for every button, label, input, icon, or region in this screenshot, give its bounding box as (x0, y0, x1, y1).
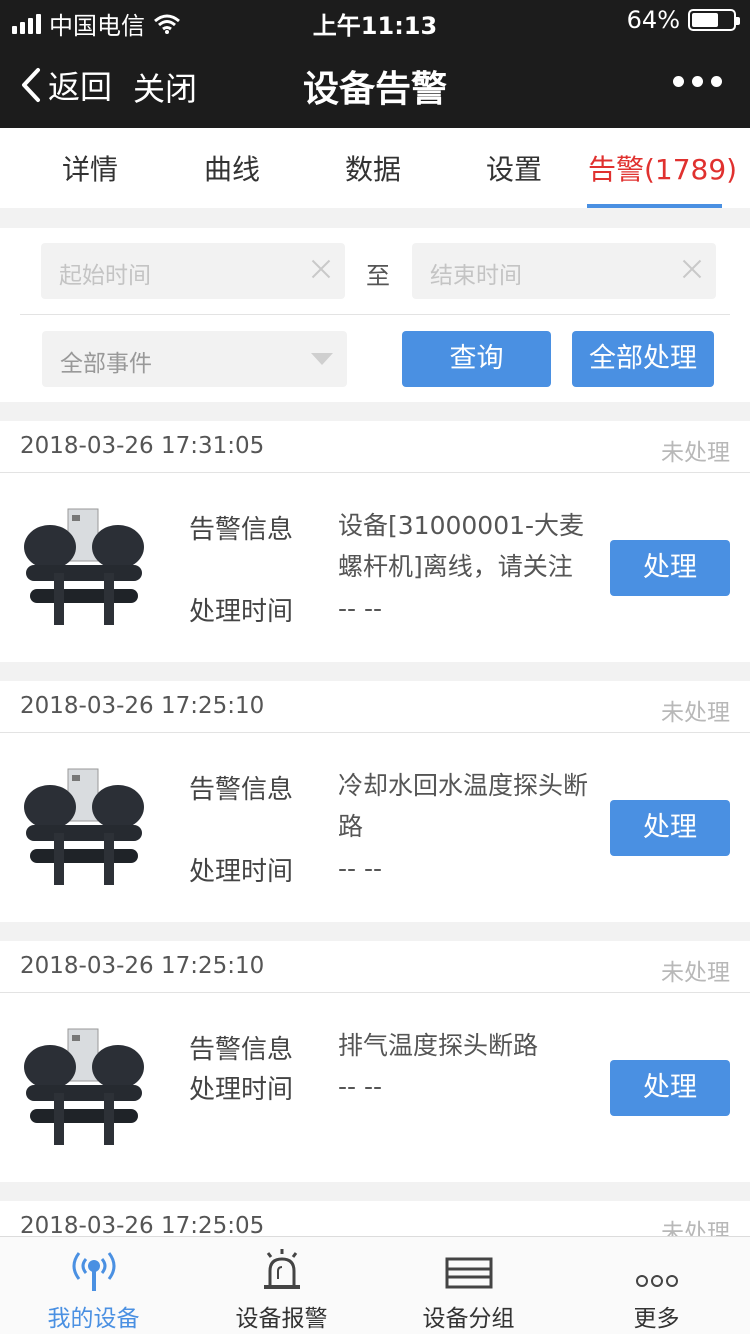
handle-button[interactable]: 处理 (610, 540, 730, 596)
handle-button[interactable]: 处理 (610, 800, 730, 856)
alarm-message: 冷却水回水温度探头断路 (338, 771, 589, 841)
handle-time-value: -- -- (338, 854, 383, 883)
handle-time-label: 处理时间 (189, 597, 294, 627)
active-tab-indicator (587, 204, 722, 208)
tab-alarms[interactable]: 告警(1789) (588, 148, 737, 188)
alarm-timestamp: 2018-03-26 17:25:05 (20, 1213, 265, 1236)
alarm-message: 设备[31000001-大麦螺杆机]离线，请关注 (338, 511, 585, 581)
clear-icon[interactable] (680, 257, 704, 281)
alarm-message: 排气温度探头断路 (338, 1031, 539, 1060)
handle-button[interactable]: 处理 (610, 1060, 730, 1116)
battery-icon (688, 9, 740, 31)
tab-data[interactable]: 数据 (345, 148, 401, 188)
filter-panel: 起始时间 至 结束时间 全部事件 查询 全部处理 (0, 228, 750, 402)
alarm-status: 未处理 (661, 440, 730, 466)
alarm-card: 2018-03-26 17:25:05 未处理 (0, 1201, 750, 1236)
end-time-input[interactable]: 结束时间 (412, 243, 716, 299)
bottom-tab-label: 我的设备 (47, 1306, 140, 1332)
query-button[interactable]: 查询 (402, 331, 551, 387)
more-menu-icon[interactable] (673, 76, 722, 87)
bottom-tab-more[interactable]: 更多 (563, 1247, 750, 1333)
range-separator: 至 (366, 262, 390, 290)
divider (20, 314, 730, 315)
alarm-card: 2018-03-26 17:31:05 未处理 告警信息 处理时间 设备[310… (0, 421, 750, 662)
antenna-icon (72, 1252, 115, 1291)
alarm-status: 未处理 (661, 700, 730, 726)
bottom-tab-my-devices[interactable]: 我的设备 (0, 1247, 187, 1333)
tab-curve[interactable]: 曲线 (204, 148, 260, 188)
bottom-tab-label: 更多 (633, 1306, 680, 1332)
alarm-light-icon (263, 1249, 300, 1289)
end-time-placeholder: 结束时间 (430, 263, 522, 289)
alarm-timestamp: 2018-03-26 17:25:10 (20, 953, 265, 979)
event-type-select[interactable]: 全部事件 (42, 331, 347, 387)
alarm-info-label: 告警信息 (189, 515, 294, 545)
more-dots-icon (635, 1275, 678, 1287)
alarm-timestamp: 2018-03-26 17:25:10 (20, 693, 265, 719)
start-time-placeholder: 起始时间 (59, 263, 151, 289)
bottom-tab-label: 设备分组 (422, 1306, 515, 1332)
alarm-timestamp: 2018-03-26 17:31:05 (20, 433, 265, 459)
status-bar: 中国电信 上午11:13 64% (0, 0, 750, 40)
handle-time-label: 处理时间 (189, 1075, 294, 1105)
alarm-info-label: 告警信息 (189, 1035, 294, 1065)
tab-bar: 详情 曲线 数据 设置 告警(1789) (0, 128, 750, 208)
start-time-input[interactable]: 起始时间 (41, 243, 345, 299)
alarm-info-label: 告警信息 (189, 775, 294, 805)
bottom-tab-device-alarms[interactable]: 设备报警 (188, 1247, 375, 1333)
tab-settings[interactable]: 设置 (486, 148, 542, 188)
bottom-tab-bar: 我的设备 设备报警 设备分组 更多 (0, 1236, 750, 1334)
clear-icon[interactable] (309, 257, 333, 281)
handle-all-button[interactable]: 全部处理 (572, 331, 714, 387)
nav-bar: 返回 关闭 设备告警 (0, 40, 750, 128)
tab-details[interactable]: 详情 (62, 148, 118, 188)
handle-time-value: -- -- (338, 594, 383, 623)
handle-time-value: -- -- (338, 1072, 383, 1101)
chiller-unit-image (24, 768, 144, 885)
chevron-down-icon (311, 353, 333, 365)
handle-time-label: 处理时间 (189, 857, 294, 887)
group-icon (445, 1257, 492, 1289)
bottom-tab-label: 设备报警 (235, 1306, 328, 1332)
alarm-status: 未处理 (661, 1220, 730, 1236)
alarm-card: 2018-03-26 17:25:10 未处理 告警信息 处理时间 冷却水回水温… (0, 681, 750, 922)
chiller-unit-image (24, 508, 144, 625)
event-type-value: 全部事件 (60, 351, 152, 377)
bottom-tab-device-groups[interactable]: 设备分组 (375, 1247, 562, 1333)
alarm-card: 2018-03-26 17:25:10 未处理 告警信息 处理时间 排气温度探头… (0, 941, 750, 1182)
battery-percent: 64% (626, 6, 680, 34)
chiller-unit-image (24, 1028, 144, 1145)
page-title: 设备告警 (302, 69, 447, 110)
alarm-status: 未处理 (661, 960, 730, 986)
